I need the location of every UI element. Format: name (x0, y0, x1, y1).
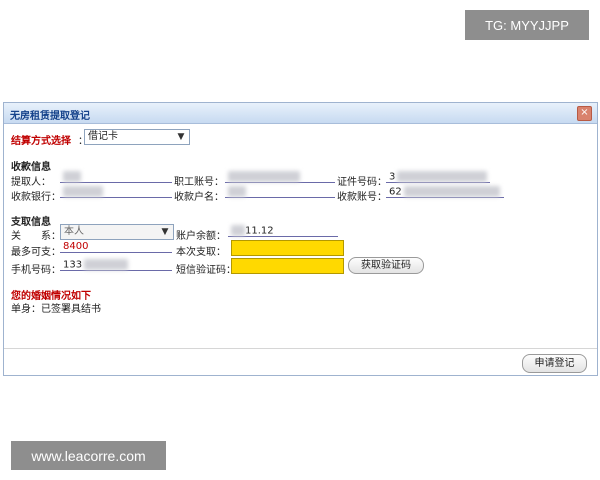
this-time-amount-input[interactable] (231, 240, 344, 256)
receive-section-heading: 收款信息 (11, 162, 51, 173)
dialog-titlebar: 无房租赁提取登记 × (4, 103, 597, 124)
id-number-field: 3 (386, 171, 490, 183)
redacted-mark (63, 186, 103, 197)
redacted-mark (228, 186, 246, 197)
balance-label: 账户余额： (176, 231, 226, 242)
staff-account-field (225, 171, 335, 183)
redacted-mark (63, 171, 81, 182)
account-no-partial: 62 (389, 186, 402, 198)
phone-partial: 133 (63, 259, 83, 271)
dialog-footer: 申请登记 (4, 348, 597, 378)
close-icon[interactable]: × (577, 106, 592, 121)
get-code-button[interactable]: 获取验证码 (348, 257, 424, 274)
redacted-mark (397, 171, 488, 182)
relation-select[interactable]: 本人 ▼ (60, 224, 174, 240)
redacted-mark (231, 225, 245, 236)
settlement-select-value: 借记卡 (88, 131, 118, 142)
extractor-label: 提取人： (11, 177, 51, 188)
relation-select-value: 本人 (64, 226, 84, 237)
chevron-down-icon: ▼ (177, 132, 185, 142)
max-withdraw-field: 8400 (60, 241, 172, 253)
settlement-select[interactable]: 借记卡 ▼ (84, 129, 190, 145)
bank-label: 收款银行： (11, 192, 61, 203)
chevron-down-icon: ▼ (161, 227, 169, 237)
withdraw-section-heading: 支取信息 (11, 217, 51, 228)
id-number-label: 证件号码： (337, 177, 387, 188)
redacted-mark (228, 171, 300, 182)
sms-code-input[interactable] (231, 258, 344, 274)
dialog-content: 结算方式选择 ： 借记卡 ▼ 收款信息 提取人： 职工账号： 证件号码： 3 收… (4, 124, 597, 377)
max-withdraw-label: 最多可支： (11, 247, 61, 258)
redacted-mark (403, 186, 500, 197)
phone-field[interactable]: 133 (60, 259, 172, 271)
id-number-partial: 3 (389, 171, 396, 183)
account-name-field (225, 186, 335, 198)
relation-label: 关 系： (11, 231, 61, 242)
staff-account-label: 职工账号： (174, 177, 224, 188)
submit-button[interactable]: 申请登记 (522, 354, 587, 373)
balance-field: 11.12 (228, 225, 338, 237)
settlement-label: 结算方式选择 (11, 136, 71, 147)
account-no-field: 62 (386, 186, 504, 198)
extractor-field (60, 171, 172, 183)
account-name-label: 收款户名： (174, 192, 224, 203)
this-time-label: 本次支取： (176, 247, 226, 258)
redacted-mark (84, 259, 129, 270)
phone-label: 手机号码： (11, 265, 61, 276)
sms-code-label: 短信验证码： (176, 265, 236, 276)
bank-field (60, 186, 172, 198)
withdrawal-dialog: 无房租赁提取登记 × 结算方式选择 ： 借记卡 ▼ 收款信息 提取人： 职工账号… (3, 102, 598, 376)
marriage-status: 单身：已签署具结书 (11, 304, 101, 315)
dialog-title: 无房租赁提取登记 (10, 111, 90, 122)
watermark-top: TG: MYYJJPP (465, 10, 589, 40)
watermark-bottom: www.leacorre.com (11, 441, 166, 470)
account-no-label: 收款账号： (337, 192, 387, 203)
balance-value: 11.12 (245, 225, 274, 237)
